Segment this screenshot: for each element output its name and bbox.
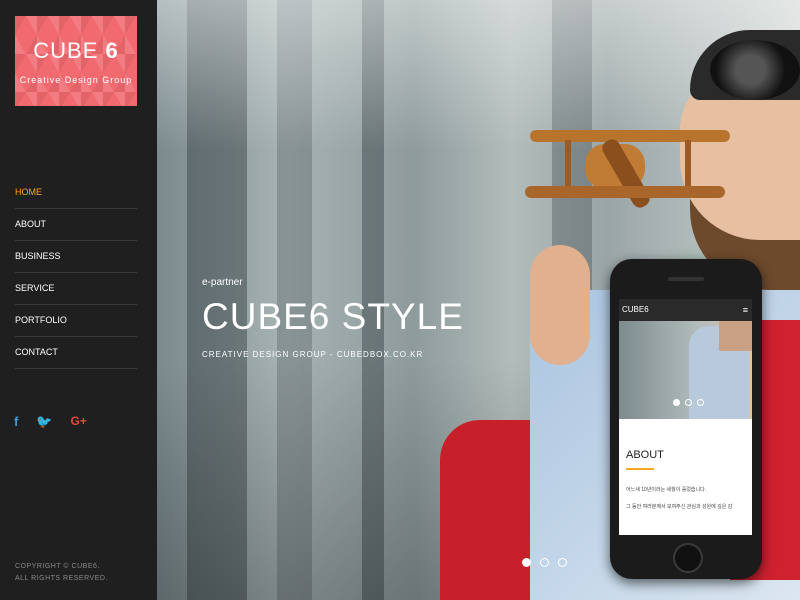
copyright: COPYRIGHT © CUBE6. ALL RIGHTS RESERVED. <box>15 561 108 585</box>
nav-item-service[interactable]: SERVICE <box>15 273 137 305</box>
slider-dot-1[interactable] <box>522 558 531 567</box>
facebook-icon[interactable]: f <box>14 414 18 430</box>
slider-dot-2[interactable] <box>540 558 549 567</box>
copyright-line-2: ALL RIGHTS RESERVED. <box>15 575 108 582</box>
sidebar: CUBE 6 Creative Design Group HOME ABOUT … <box>0 0 157 600</box>
phone-home-button <box>673 543 703 573</box>
logo-title: CUBE 6 <box>33 38 119 63</box>
phone-slider-dot-3[interactable] <box>697 399 704 406</box>
nav-item-home[interactable]: HOME <box>15 177 137 209</box>
phone-speaker <box>668 277 704 281</box>
copyright-line-1: COPYRIGHT © CUBE6. <box>15 563 100 570</box>
phone-body-text-2: 그 동안 여러분께서 보여주신 관심과 성원에 깊은 감 <box>626 504 733 510</box>
plane-bottom-wing <box>525 186 725 198</box>
nav-item-about[interactable]: ABOUT <box>15 209 137 241</box>
nav-item-portfolio[interactable]: PORTFOLIO <box>15 305 137 337</box>
nav-item-business[interactable]: BUSINESS <box>15 241 137 273</box>
raised-arm <box>530 245 590 365</box>
nav-item-contact[interactable]: CONTACT <box>15 337 137 369</box>
main-nav: HOME ABOUT BUSINESS SERVICE PORTFOLIO CO… <box>15 177 137 369</box>
social-links: f 🐦 G+ <box>14 414 87 430</box>
mobile-phone-mockup: CUBE6 ≡ ABOUT 어느새 10년이라는 세월이 흘렀습니다. 그 동안… <box>610 259 762 579</box>
phone-slider-dot-1[interactable] <box>673 399 680 406</box>
slider-dots <box>522 558 567 567</box>
plane-strut <box>565 140 571 188</box>
google-plus-icon[interactable]: G+ <box>71 414 87 430</box>
hero-headline: CUBE6 STYLE <box>202 296 464 337</box>
plane-strut <box>685 140 691 188</box>
phone-body-text-1: 어느새 10년이라는 세월이 흘렀습니다. <box>626 487 707 493</box>
plane-top-wing <box>530 130 730 142</box>
slider-dot-3[interactable] <box>558 558 567 567</box>
hamburger-menu-icon[interactable]: ≡ <box>743 299 748 321</box>
hero-subline: CREATIVE DESIGN GROUP - CUBEDBOX.CO.KR <box>202 350 424 359</box>
twitter-icon[interactable]: 🐦 <box>36 414 52 430</box>
hero-eyebrow: e-partner <box>202 277 243 288</box>
phone-logo[interactable]: CUBE6 <box>622 299 649 321</box>
phone-hero-face <box>719 321 752 351</box>
phone-title-underline <box>626 468 654 470</box>
phone-slider-dot-2[interactable] <box>685 399 692 406</box>
goggles <box>710 40 800 100</box>
toy-airplane-image <box>525 126 735 221</box>
phone-section-title: ABOUT <box>626 449 664 461</box>
phone-screen: CUBE6 ≡ ABOUT 어느새 10년이라는 세월이 흘렀습니다. 그 동안… <box>619 299 752 535</box>
phone-header: CUBE6 ≡ <box>619 299 752 321</box>
logo-subtitle: Creative Design Group <box>19 75 133 85</box>
phone-slider-dots <box>673 399 704 406</box>
cube6-logo[interactable]: CUBE 6 Creative Design Group <box>15 16 137 106</box>
phone-hero-image <box>619 321 752 419</box>
